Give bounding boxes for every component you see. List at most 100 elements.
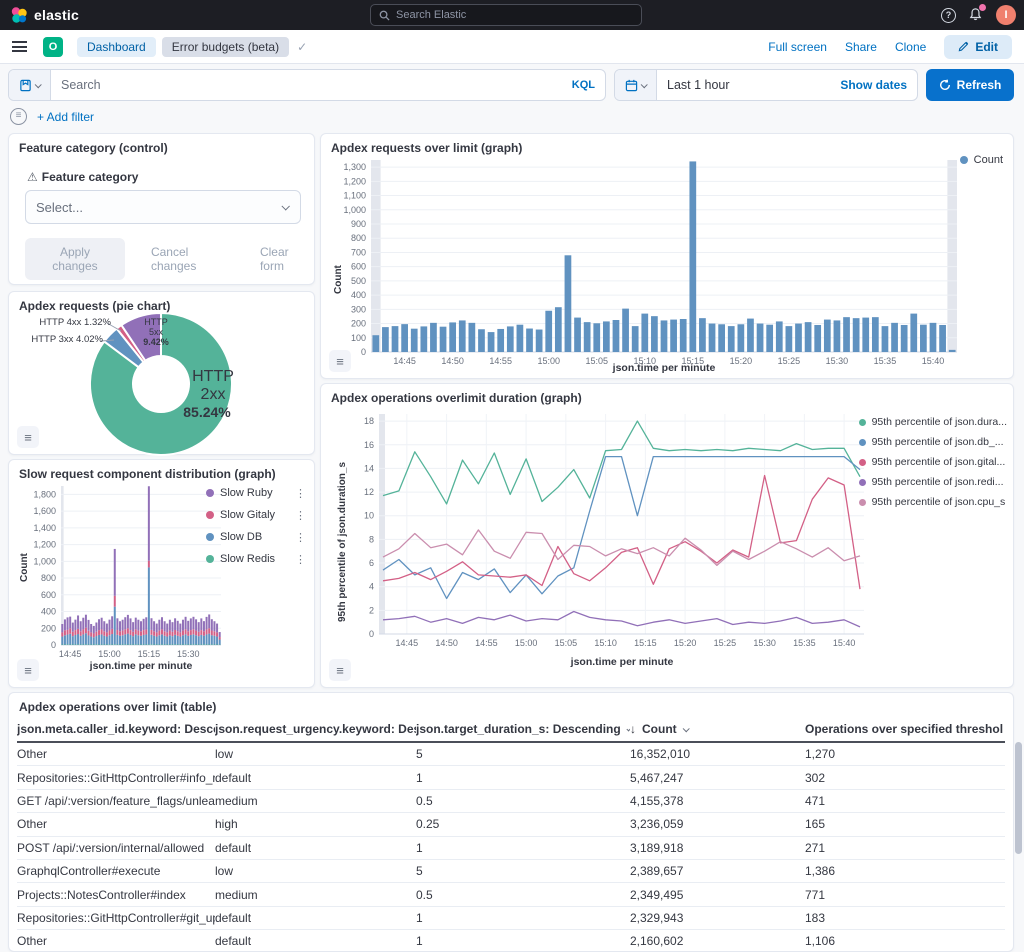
svg-text:14:50: 14:50 (435, 638, 458, 648)
legend-item[interactable]: 95th percentile of json.db_... (859, 432, 1007, 452)
legend-item[interactable]: Slow DB⋮ (206, 526, 306, 548)
svg-text:700: 700 (351, 247, 366, 257)
svg-text:1,000: 1,000 (33, 556, 56, 566)
refresh-button[interactable]: Refresh (926, 69, 1014, 101)
table-cell: 1,386 (805, 864, 1003, 878)
legend-kebab-icon[interactable]: ⋮ (289, 553, 306, 566)
table-cell: default (215, 934, 416, 948)
search-icon (379, 10, 390, 21)
notification-dot (979, 4, 986, 11)
add-filter-link[interactable]: + Add filter (37, 110, 94, 124)
legend-item-count[interactable]: Count (960, 154, 1003, 166)
legend-toggle-icon[interactable]: ≡ (17, 659, 39, 681)
menu-icon[interactable] (12, 41, 27, 52)
legend-label: 95th percentile of json.db_... (872, 436, 1004, 448)
table-cell: 1 (416, 934, 630, 948)
table-cell: 5 (416, 864, 630, 878)
table-cell: 2,329,943 (630, 911, 805, 925)
svg-text:1,800: 1,800 (33, 489, 56, 499)
table-cell: 302 (805, 771, 1003, 785)
svg-text:400: 400 (41, 607, 56, 617)
table-cell: default (215, 911, 416, 925)
table-cell: 1 (416, 771, 630, 785)
svg-text:800: 800 (41, 573, 56, 583)
svg-text:12: 12 (364, 487, 374, 497)
show-dates-link[interactable]: Show dates (840, 78, 917, 92)
legend-item[interactable]: Slow Ruby⋮ (206, 482, 306, 504)
legend-toggle-icon[interactable]: ≡ (329, 350, 351, 372)
legend-label: 95th percentile of json.redi... (872, 476, 1004, 488)
apply-changes-button[interactable]: Apply changes (25, 238, 125, 280)
help-icon[interactable]: ? (941, 8, 956, 23)
time-range-value[interactable]: Last 1 hour (657, 78, 840, 92)
share-link[interactable]: Share (845, 40, 877, 54)
user-avatar[interactable]: I (996, 5, 1016, 25)
table-cell: POST /api/:version/internal/allowed (17, 841, 215, 855)
column-header-count[interactable]: ↓ Count (630, 722, 805, 736)
legend-item[interactable]: 95th percentile of json.gital... (859, 452, 1007, 472)
cancel-changes-button[interactable]: Cancel changes (151, 245, 234, 273)
table-cell: default (215, 841, 416, 855)
global-search-placeholder: Search Elastic (396, 9, 466, 21)
filter-sets-icon[interactable]: ≡ (10, 108, 27, 125)
legend-item[interactable]: 95th percentile of json.dura... (859, 412, 1007, 432)
svg-text:400: 400 (351, 290, 366, 300)
feature-category-select[interactable]: Select... (25, 190, 301, 224)
table-cell: Projects::NotesController#index (17, 888, 215, 902)
svg-text:1,100: 1,100 (343, 191, 366, 201)
table-cell: GET /api/:version/feature_flags/unleash.… (17, 794, 215, 808)
legend-item[interactable]: 95th percentile of json.cpu_s (859, 492, 1007, 512)
svg-text:600: 600 (41, 590, 56, 600)
clear-form-button[interactable]: Clear form (260, 245, 314, 273)
kibana-dashboard-app: elastic Search Elastic ? I O Dashboard (0, 0, 1024, 952)
column-header-operations-threshold[interactable]: Operations over specified threshold... (805, 722, 1003, 736)
kql-toggle[interactable]: KQL (572, 79, 605, 91)
legend-kebab-icon[interactable]: ⋮ (289, 509, 306, 522)
pie-callout-http3xx: HTTP 3xx 4.02% (11, 334, 103, 345)
legend-item[interactable]: Slow Gitaly⋮ (206, 504, 306, 526)
column-header-caller-id[interactable]: json.meta.caller_id.keyword: Desce... (17, 722, 215, 736)
legend-toggle-icon[interactable]: ≡ (329, 659, 351, 681)
global-search-input[interactable]: Search Elastic (370, 4, 642, 26)
legend-item[interactable]: 95th percentile of json.redi... (859, 472, 1007, 492)
filter-bar: ≡ + Add filter (10, 108, 94, 125)
svg-text:14:45: 14:45 (396, 638, 419, 648)
column-header-request-urgency[interactable]: json.request_urgency.keyword: Des... (215, 722, 416, 736)
svg-text:0: 0 (369, 629, 374, 639)
legend-kebab-icon[interactable]: ⋮ (289, 531, 306, 544)
svg-text:1,200: 1,200 (33, 540, 56, 550)
svg-text:1,200: 1,200 (343, 176, 366, 186)
bar-chart-canvas[interactable]: 01002003004005006007008009001,0001,1001,… (321, 134, 1015, 380)
breadcrumb-dashboard[interactable]: Dashboard (77, 37, 156, 57)
svg-text:200: 200 (351, 319, 366, 329)
svg-text:15:30: 15:30 (177, 649, 200, 659)
space-badge[interactable]: O (43, 37, 63, 57)
legend-toggle-icon[interactable]: ≡ (17, 426, 39, 448)
table-cell: 271 (805, 841, 1003, 855)
table-row: GraphqlController#executelow52,389,6571,… (17, 860, 1005, 883)
column-header-target-duration[interactable]: json.target_duration_s: Descending (416, 722, 630, 736)
svg-text:2: 2 (369, 605, 374, 615)
page-scrollbar-thumb[interactable] (1015, 742, 1022, 854)
quick-select-menu-button[interactable] (615, 70, 657, 100)
search-input[interactable]: Search (51, 78, 572, 92)
table-row: GET /api/:version/feature_flags/unleash.… (17, 790, 1005, 813)
edit-button[interactable]: Edit (944, 35, 1012, 59)
legend-item[interactable]: Slow Redis⋮ (206, 548, 306, 570)
edit-button-label: Edit (975, 40, 998, 54)
notifications-button[interactable] (968, 7, 984, 23)
clone-link[interactable]: Clone (895, 40, 926, 54)
full-screen-link[interactable]: Full screen (768, 40, 827, 54)
svg-text:15:15: 15:15 (138, 649, 161, 659)
table-cell: 3,189,918 (630, 841, 805, 855)
legend-dot (206, 511, 214, 519)
legend-dot (206, 489, 214, 497)
svg-text:15:40: 15:40 (833, 638, 856, 648)
saved-query-icon (19, 79, 32, 92)
legend-kebab-icon[interactable]: ⋮ (289, 487, 306, 500)
elastic-logo[interactable]: elastic (0, 6, 79, 24)
saved-query-menu-button[interactable] (9, 70, 51, 100)
table-cell: 2,160,602 (630, 934, 805, 948)
table-cell: 1,270 (805, 747, 1003, 761)
table-cell: 5 (416, 747, 630, 761)
